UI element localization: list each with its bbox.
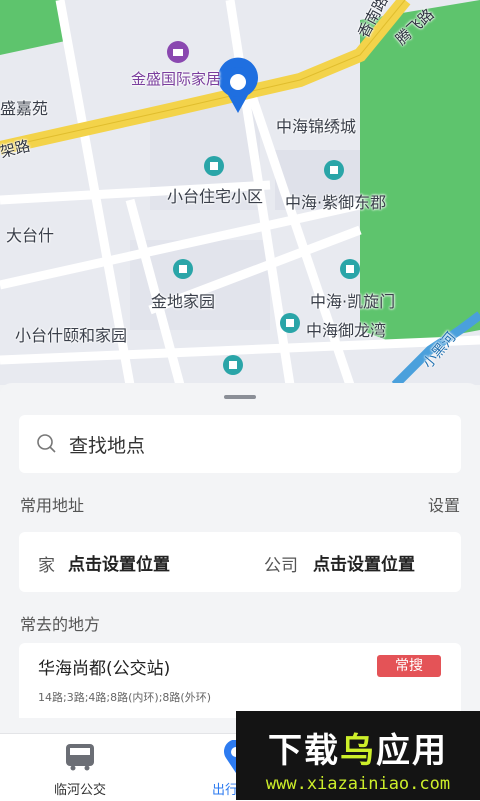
place-name: 华海尚都(公交站) <box>38 659 171 679</box>
watermark-logo: 下载乌应用 www.xiazainiao.com <box>236 711 480 800</box>
poi-icon[interactable] <box>204 156 224 176</box>
map-label-zhonghai-jinxiu: 中海锦绣城 <box>276 117 357 136</box>
map-label-datai: 大台什 <box>6 226 55 245</box>
common-address-title: 常用地址 <box>20 496 85 515</box>
watermark-title-part3: 应用 <box>376 731 448 771</box>
watermark-title-part1: 下载 <box>268 731 340 771</box>
common-address-card: 家 点击设置位置 公司 点击设置位置 <box>19 532 461 592</box>
watermark-title: 下载乌应用 <box>236 723 480 772</box>
poi-icon[interactable] <box>173 259 193 279</box>
watermark-title-part2: 乌 <box>340 731 376 771</box>
tab-label: 临河公交 <box>53 783 106 798</box>
watermark-url: www.xiazainiao.com <box>265 774 451 794</box>
company-label: 公司 <box>264 556 298 576</box>
poi-icon[interactable] <box>280 313 300 333</box>
map-label-left-area: 盛嘉苑 <box>0 99 49 118</box>
tab-label: 出行 <box>212 783 239 798</box>
frequent-place-item[interactable]: 华海尚都(公交站) 常搜 14路;3路;4路;8路(内环);8路(外环) <box>19 643 461 718</box>
map-view[interactable]: 金盛国际家居 腾飞路 香南路 盛嘉苑 架路 中海锦绣城 小台住宅小区 中海·紫御… <box>0 0 480 385</box>
search-icon <box>37 434 56 453</box>
store-icon[interactable] <box>167 41 189 63</box>
poi-icon[interactable] <box>324 160 344 180</box>
place-routes: 14路;3路;4路;8路(内环);8路(外环) <box>38 691 211 704</box>
bus-icon <box>66 744 94 771</box>
poi-icon[interactable] <box>340 259 360 279</box>
drag-handle[interactable] <box>224 395 256 399</box>
home-set-button[interactable]: 点击设置位置 <box>68 550 170 575</box>
map-label-zhonghai-ziyu: 中海·紫御东郡 <box>285 193 387 212</box>
map-label-jinsheng: 金盛国际家居 <box>131 70 222 88</box>
frequent-search-badge: 常搜 <box>377 655 441 677</box>
frequent-places-title: 常去的地方 <box>20 615 101 634</box>
search-placeholder: 查找地点 <box>69 434 146 457</box>
tab-linhe-bus[interactable]: 临河公交 <box>0 734 160 801</box>
company-set-button[interactable]: 点击设置位置 <box>313 550 415 575</box>
map-label-xiaotai-yihe: 小台什颐和家园 <box>15 326 128 345</box>
map-label-zhonghai-kaixuan: 中海·凯旋门 <box>310 292 396 311</box>
map-label-xiaotai-residential: 小台住宅小区 <box>167 187 264 206</box>
poi-icon[interactable] <box>223 355 243 375</box>
map-label-zhonghai-yulong: 中海御龙湾 <box>306 321 387 340</box>
search-bar[interactable]: 查找地点 <box>19 415 461 473</box>
home-label: 家 <box>38 556 55 576</box>
settings-button[interactable]: 设置 <box>428 492 460 516</box>
map-label-jindi: 金地家园 <box>151 292 216 311</box>
